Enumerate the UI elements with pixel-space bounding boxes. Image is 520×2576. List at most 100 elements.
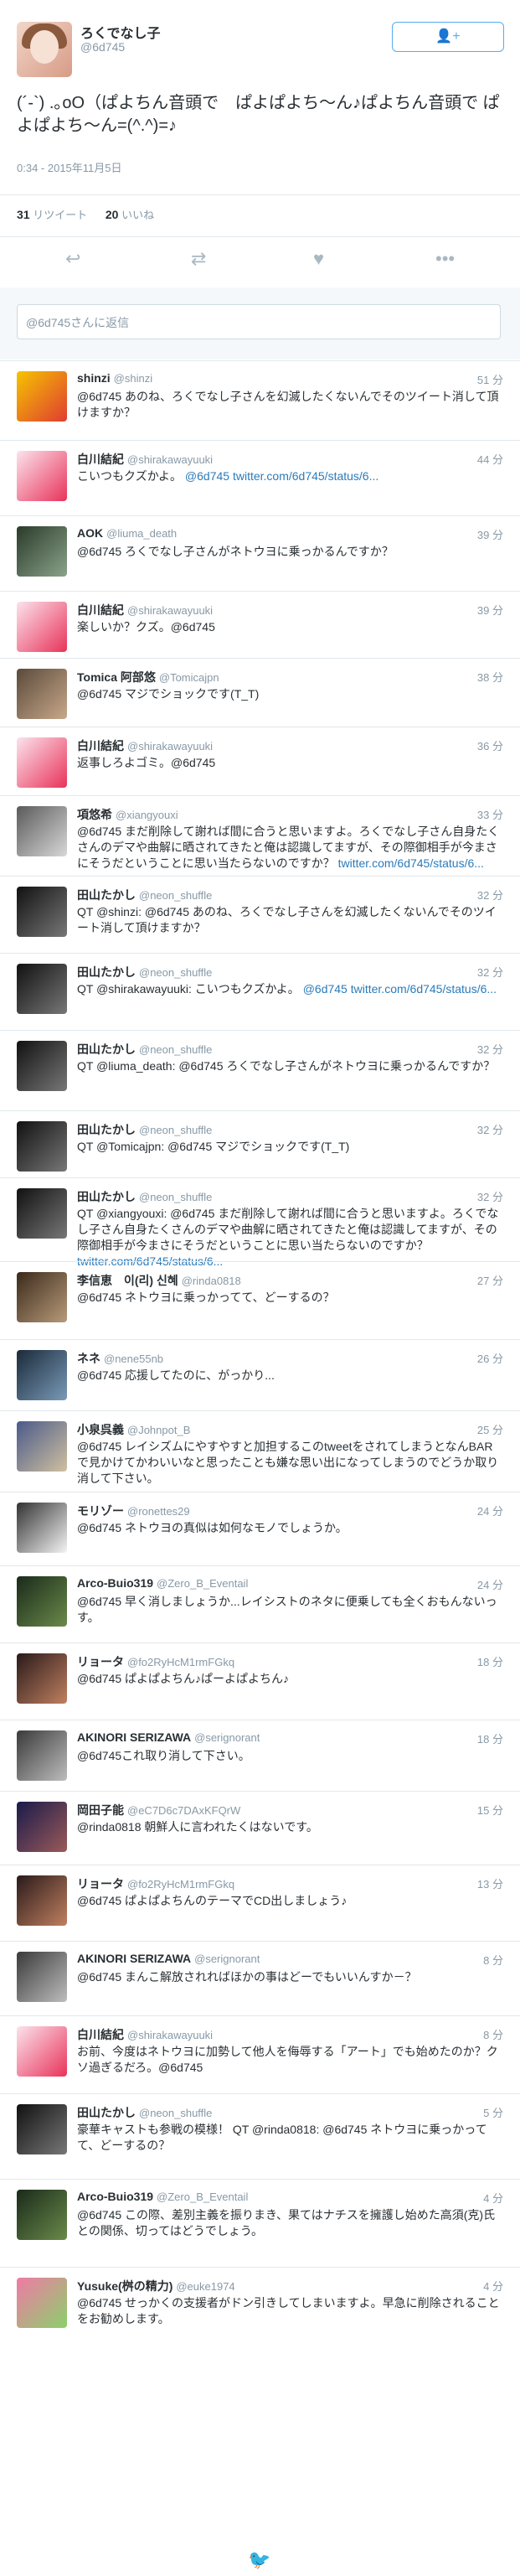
reply-author[interactable]: 田山たかし @neon_shuffle	[77, 887, 212, 903]
author-handle[interactable]: @eC7D6c7DAxKFQrW	[127, 1804, 240, 1817]
reply-time[interactable]: 18 分	[477, 1653, 503, 1669]
reply-time[interactable]: 33 分	[477, 806, 503, 822]
author-name[interactable]: ネネ	[77, 1352, 100, 1365]
reply-author[interactable]: 白川結紀 @shirakawayuuki	[77, 2026, 213, 2043]
author-handle[interactable]: @shirakawayuuki	[127, 453, 213, 466]
author-handle[interactable]: @fo2RyHcM1rmFGkq	[127, 1878, 234, 1891]
author-name[interactable]: 白川結紀	[77, 2028, 124, 2041]
reply-author[interactable]: 岡田子能 @eC7D6c7DAxKFQrW	[77, 1802, 240, 1818]
author-name[interactable]: Arco-Buio319	[77, 1576, 153, 1590]
author-name[interactable]: AOK	[77, 526, 103, 540]
avatar[interactable]	[17, 1421, 67, 1472]
author-handle[interactable]: @neon_shuffle	[139, 1124, 212, 1136]
reply-row[interactable]: Arco-Buio319 @Zero_B_Eventail 24 分 @6d745 早…	[0, 1565, 520, 1642]
reply-time[interactable]: 39 分	[477, 602, 503, 618]
avatar[interactable]	[17, 2026, 67, 2077]
avatar[interactable]	[17, 2278, 67, 2328]
avatar[interactable]	[17, 22, 72, 77]
avatar[interactable]	[17, 1802, 67, 1852]
reply-row[interactable]: AKINORI SERIZAWA @serignorant 18 分 @6d745これ…	[0, 1720, 520, 1791]
author-handle[interactable]: @shirakawayuuki	[127, 740, 213, 753]
reply-author[interactable]: 白川結紀 @shirakawayuuki	[77, 737, 213, 754]
reply-row[interactable]: Yusuke(桝の精力) @euke1974 4 分 @6d745 せっかくの支援者が…	[0, 2267, 520, 2367]
reply-time[interactable]: 32 分	[477, 1121, 503, 1137]
author-handle[interactable]: @Zero_B_Eventail	[157, 2191, 248, 2203]
reply-row[interactable]: 白川結紀 @shirakawayuuki 36 分返事しろよゴミ。@6d745	[0, 727, 520, 795]
reply-author[interactable]: Tomica 阿部悠 @Tomicajpn	[77, 669, 219, 685]
avatar[interactable]	[17, 1272, 67, 1322]
reply-link[interactable]: @6d745 twitter.com/6d745/status/6...	[185, 469, 378, 483]
avatar[interactable]	[17, 669, 67, 719]
reply-time[interactable]: 32 分	[477, 1188, 503, 1204]
author-handle[interactable]: @neon_shuffle	[139, 1043, 212, 1056]
author-handle[interactable]: @serignorant	[194, 1953, 260, 1965]
reply-row[interactable]: 項悠希 @xiangyouxi 33 分 @6d745 まだ削除して謝れば間に合うと思…	[0, 795, 520, 876]
reply-time[interactable]: 32 分	[477, 964, 503, 980]
author-name[interactable]: 田山たかし	[77, 888, 136, 902]
avatar[interactable]	[17, 964, 67, 1014]
avatar[interactable]	[17, 1121, 67, 1172]
reply-time[interactable]: 13 分	[477, 1875, 503, 1891]
author-handle[interactable]: @Zero_B_Eventail	[157, 1577, 248, 1590]
reply-row[interactable]: 田山たかし @neon_shuffle 5 分豪華キャストも参戦の模様！ QT @r…	[0, 2093, 520, 2179]
author-name[interactable]: 白川結紀	[77, 453, 124, 466]
reply-author[interactable]: shinzi @shinzi	[77, 371, 152, 385]
reply-time[interactable]: 8 分	[483, 1952, 503, 1968]
author-name[interactable]: shinzi	[77, 371, 111, 385]
author-handle[interactable]: @nene55nb	[104, 1353, 163, 1365]
reply-author[interactable]: Arco-Buio319 @Zero_B_Eventail	[77, 2190, 248, 2203]
reply-row[interactable]: 岡田子能 @eC7D6c7DAxKFQrW 15 分 @rinda0818 朝鮮人に言…	[0, 1791, 520, 1865]
reply-author[interactable]: Arco-Buio319 @Zero_B_Eventail	[77, 1576, 248, 1590]
author-handle[interactable]: @Johnpot_B	[127, 1424, 190, 1436]
reply-row[interactable]: 田山たかし @neon_shuffle 32 分 QT @shinzi: @6d745…	[0, 876, 520, 953]
tweet-timestamp[interactable]: 0:34 - 2015年11月5日	[17, 159, 122, 175]
avatar[interactable]	[17, 806, 67, 856]
reply-author[interactable]: AKINORI SERIZAWA @serignorant	[77, 1952, 260, 1965]
author-handle[interactable]: @neon_shuffle	[139, 1191, 212, 1203]
reply-time[interactable]: 18 分	[477, 1730, 503, 1746]
reply-time[interactable]: 25 分	[477, 1421, 503, 1437]
reply-time[interactable]: 39 分	[477, 526, 503, 542]
reply-link[interactable]: twitter.com/6d745/status/6...	[338, 856, 484, 870]
avatar[interactable]	[17, 2104, 67, 2154]
author-name[interactable]: 田山たかし	[77, 965, 136, 979]
reply-time[interactable]: 32 分	[477, 1041, 503, 1057]
twitter-bird-icon[interactable]: 🐦	[248, 2549, 270, 2571]
reply-time[interactable]: 27 分	[477, 1272, 503, 1288]
reply-author[interactable]: 白川結紀 @shirakawayuuki	[77, 451, 213, 468]
author-name[interactable]: Arco-Buio319	[77, 2190, 153, 2203]
author-name[interactable]: モリゾー	[77, 1504, 124, 1518]
avatar[interactable]	[17, 1503, 67, 1553]
retweet-icon[interactable]: ⇄	[191, 248, 206, 270]
reply-author[interactable]: リョータ @fo2RyHcM1rmFGkq	[77, 1653, 234, 1670]
avatar[interactable]	[17, 526, 67, 577]
reply-time[interactable]: 36 分	[477, 737, 503, 753]
avatar[interactable]	[17, 737, 67, 788]
reply-author[interactable]: 田山たかし @neon_shuffle	[77, 964, 212, 980]
reply-row[interactable]: 小泉呉義 @Johnpot_B 25 分 @6d745 レイシズムにやすやすと加担する…	[0, 1410, 520, 1492]
reply-author[interactable]: 田山たかし @neon_shuffle	[77, 1188, 212, 1205]
avatar[interactable]	[17, 1875, 67, 1926]
author-handle[interactable]: @shinzi	[114, 372, 152, 385]
reply-row[interactable]: AOK @liuma_death 39 分 @6d745 ろくでなし子さんがネトウヨに…	[0, 515, 520, 591]
reply-icon[interactable]: ↩	[65, 248, 80, 270]
author-name[interactable]: AKINORI SERIZAWA	[77, 1730, 191, 1744]
avatar[interactable]	[17, 1576, 67, 1627]
author-name[interactable]: 白川結紀	[77, 739, 124, 753]
reply-time[interactable]: 26 分	[477, 1350, 503, 1366]
reply-author[interactable]: 項悠希 @xiangyouxi	[77, 806, 178, 823]
author-handle[interactable]: @xiangyouxi	[116, 809, 178, 821]
reply-row[interactable]: モリゾー @ronettes29 24 分 @6d745 ネトウヨの真似は如何なモノで…	[0, 1492, 520, 1565]
avatar[interactable]	[17, 371, 67, 422]
reply-author[interactable]: 田山たかし @neon_shuffle	[77, 1041, 212, 1058]
avatar[interactable]	[17, 1952, 67, 2002]
screen-name[interactable]: @6d745	[80, 40, 125, 54]
reply-author[interactable]: リョータ @fo2RyHcM1rmFGkq	[77, 1875, 234, 1892]
avatar[interactable]	[17, 2190, 67, 2240]
reply-time[interactable]: 8 分	[483, 2026, 503, 2042]
reply-row[interactable]: 田山たかし @neon_shuffle 32 分 QT @Tomicajpn: @6d…	[0, 1110, 520, 1177]
reply-author[interactable]: モリゾー @ronettes29	[77, 1503, 190, 1519]
reply-author[interactable]: AKINORI SERIZAWA @serignorant	[77, 1730, 260, 1744]
avatar[interactable]	[17, 1041, 67, 1091]
author-handle[interactable]: @Tomicajpn	[159, 671, 219, 684]
